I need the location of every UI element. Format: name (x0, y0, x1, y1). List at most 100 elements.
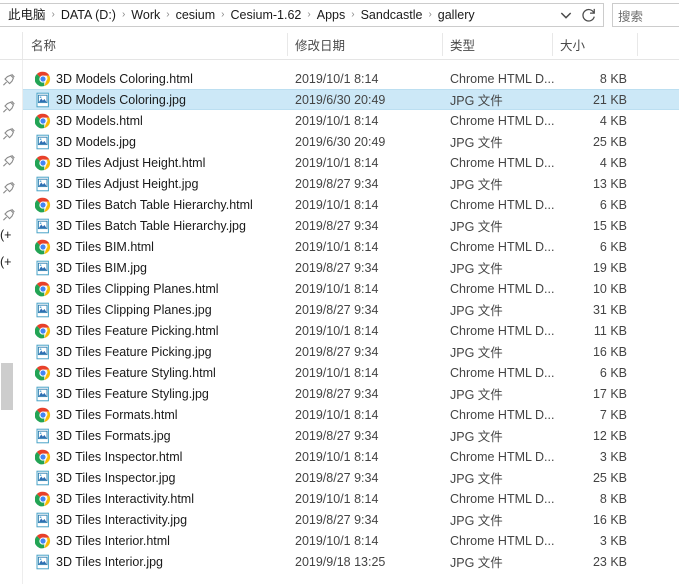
chrome-icon (35, 365, 51, 381)
file-type: Chrome HTML D... (450, 155, 555, 170)
table-row[interactable]: 3D Tiles Adjust Height.jpg 2019/8/27 9:34… (23, 173, 679, 194)
table-row[interactable]: 3D Tiles Interactivity.html 2019/10/1 8:1… (23, 488, 679, 509)
table-row[interactable]: 3D Tiles Interior.jpg 2019/9/18 13:25 JPG … (23, 551, 679, 572)
breadcrumb-item[interactable]: 此电脑 (4, 5, 50, 25)
file-name: 3D Tiles Inspector.jpg (56, 470, 176, 485)
file-name: 3D Tiles Inspector.html (56, 449, 183, 464)
table-row[interactable]: 3D Tiles Formats.html 2019/10/1 8:14 Chrom… (23, 404, 679, 425)
file-date-modified: 2019/8/27 9:34 (295, 386, 379, 401)
breadcrumb-item[interactable]: Apps (313, 5, 350, 25)
file-name: 3D Tiles Interactivity.html (56, 491, 195, 506)
file-date-modified: 2019/8/27 9:34 (295, 302, 379, 317)
file-type: JPG 文件 (450, 304, 503, 318)
table-row[interactable]: 3D Tiles Feature Picking.jpg 2019/8/27 9:… (23, 341, 679, 362)
table-row[interactable]: 3D Tiles Clipping Planes.html 2019/10/1 8… (23, 278, 679, 299)
image-file-icon (35, 512, 51, 528)
file-date-modified: 2019/9/18 13:25 (295, 554, 386, 569)
breadcrumb-dropdown-button[interactable] (555, 4, 577, 26)
chrome-icon (35, 491, 51, 507)
search-input[interactable]: 搜索 (612, 3, 679, 27)
breadcrumb-item[interactable]: Sandcastle (357, 5, 427, 25)
file-type: JPG 文件 (450, 472, 503, 486)
column-header-size[interactable]: 大小 (552, 30, 637, 59)
table-row[interactable]: 3D Tiles Adjust Height.html 2019/10/1 8:1… (23, 152, 679, 173)
file-name: 3D Tiles Clipping Planes.html (56, 281, 219, 296)
file-name: 3D Tiles Adjust Height.html (56, 155, 206, 170)
table-row[interactable]: 3D Tiles Batch Table Hierarchy.jpg 2019/8… (23, 215, 679, 236)
navigation-item-label[interactable]: (+ (0, 228, 11, 242)
column-header-date-modified[interactable]: 修改日期 (287, 30, 442, 59)
file-type: JPG 文件 (450, 514, 503, 528)
table-row[interactable]: 3D Models.jpg 2019/6/30 20:49 JPG 文件 25 KB (23, 131, 679, 152)
file-size: 15 KB (592, 218, 627, 233)
file-date-modified: 2019/8/27 9:34 (295, 512, 379, 527)
navigation-pane-scrollbar[interactable] (1, 363, 13, 410)
file-type: JPG 文件 (450, 556, 503, 570)
file-name: 3D Tiles Interior.html (56, 533, 170, 548)
breadcrumb-item[interactable]: Work (127, 5, 164, 25)
file-name: 3D Models Coloring.html (56, 71, 193, 86)
table-row[interactable]: 3D Tiles BIM.jpg 2019/8/27 9:34 JPG 文件 19 K… (23, 257, 679, 278)
breadcrumb-item[interactable]: gallery (434, 5, 479, 25)
file-size: 25 KB (592, 470, 627, 485)
navigation-item-label[interactable]: (+ (0, 255, 11, 269)
table-row[interactable]: 3D Tiles Feature Picking.html 2019/10/1 8… (23, 320, 679, 341)
navigation-pane[interactable]: (+ (+ (0, 60, 23, 584)
file-type: Chrome HTML D... (450, 533, 555, 548)
file-date-modified: 2019/6/30 20:49 (295, 134, 386, 149)
column-header-row: 名称 修改日期 类型 大小 (0, 30, 679, 69)
file-name: 3D Tiles Formats.jpg (56, 428, 171, 443)
column-header-type-label: 类型 (450, 39, 476, 53)
header-divider (287, 33, 288, 56)
table-row[interactable]: 3D Models Coloring.jpg 2019/6/30 20:49 JPG… (23, 89, 679, 110)
table-row[interactable]: 3D Models Coloring.html 2019/10/1 8:14 Chr… (23, 68, 679, 89)
file-size: 21 KB (592, 92, 627, 107)
table-row[interactable]: 3D Tiles Clipping Planes.jpg 2019/8/27 9:… (23, 299, 679, 320)
file-size: 8 KB (599, 491, 627, 506)
file-name: 3D Tiles Interactivity.jpg (56, 512, 188, 527)
file-type: Chrome HTML D... (450, 113, 555, 128)
file-type: Chrome HTML D... (450, 449, 555, 464)
file-type: JPG 文件 (450, 178, 503, 192)
file-size: 16 KB (592, 344, 627, 359)
image-file-icon (35, 554, 51, 570)
column-header-spacer[interactable] (637, 30, 679, 59)
header-divider (637, 33, 638, 56)
column-header-name[interactable]: 名称 (23, 30, 287, 59)
table-row[interactable]: 3D Tiles Feature Styling.jpg 2019/8/27 9:… (23, 383, 679, 404)
table-row[interactable]: 3D Tiles Interior.html 2019/10/1 8:14 Chro… (23, 530, 679, 551)
refresh-button[interactable] (577, 4, 601, 26)
pin-icon (1, 72, 17, 88)
chrome-icon (35, 155, 51, 171)
pin-icon (1, 207, 17, 223)
column-header-size-label: 大小 (560, 39, 586, 53)
file-date-modified: 2019/10/1 8:14 (295, 365, 379, 380)
breadcrumb-item[interactable]: Cesium-1.62 (227, 5, 306, 25)
file-date-modified: 2019/10/1 8:14 (295, 323, 379, 338)
breadcrumb-item[interactable]: DATA (D:) (57, 5, 120, 25)
file-type: Chrome HTML D... (450, 197, 555, 212)
table-row[interactable]: 3D Tiles BIM.html 2019/10/1 8:14 Chrome HT… (23, 236, 679, 257)
breadcrumb-separator: › (51, 9, 55, 20)
file-date-modified: 2019/10/1 8:14 (295, 281, 379, 296)
file-size: 19 KB (592, 260, 627, 275)
image-file-icon (35, 428, 51, 444)
table-row[interactable]: 3D Tiles Inspector.jpg 2019/8/27 9:34 JPG … (23, 467, 679, 488)
breadcrumb[interactable]: 此电脑 › DATA (D:) › Work › cesium › Cesium-1.62 › Ap… (0, 3, 604, 27)
file-name: 3D Tiles Formats.html (56, 407, 178, 422)
table-row[interactable]: 3D Tiles Feature Styling.html 2019/10/1 8… (23, 362, 679, 383)
table-row[interactable]: 3D Tiles Inspector.html 2019/10/1 8:14 Chr… (23, 446, 679, 467)
table-row[interactable]: 3D Tiles Batch Table Hierarchy.html 2019/… (23, 194, 679, 215)
table-row[interactable]: 3D Models.html 2019/10/1 8:14 Chrome HTML … (23, 110, 679, 131)
chrome-icon (35, 281, 51, 297)
column-header-type[interactable]: 类型 (442, 30, 552, 59)
file-type: Chrome HTML D... (450, 365, 555, 380)
breadcrumb-item[interactable]: cesium (172, 5, 220, 25)
table-row[interactable]: 3D Tiles Formats.jpg 2019/8/27 9:34 JPG 文件… (23, 425, 679, 446)
chrome-icon (35, 533, 51, 549)
file-size: 11 KB (593, 323, 627, 338)
file-list[interactable]: 3D Models Coloring.html 2019/10/1 8:14 Chr… (23, 60, 679, 584)
table-row[interactable]: 3D Tiles Interactivity.jpg 2019/8/27 9:34… (23, 509, 679, 530)
file-name: 3D Models.jpg (56, 134, 136, 149)
chrome-icon (35, 239, 51, 255)
